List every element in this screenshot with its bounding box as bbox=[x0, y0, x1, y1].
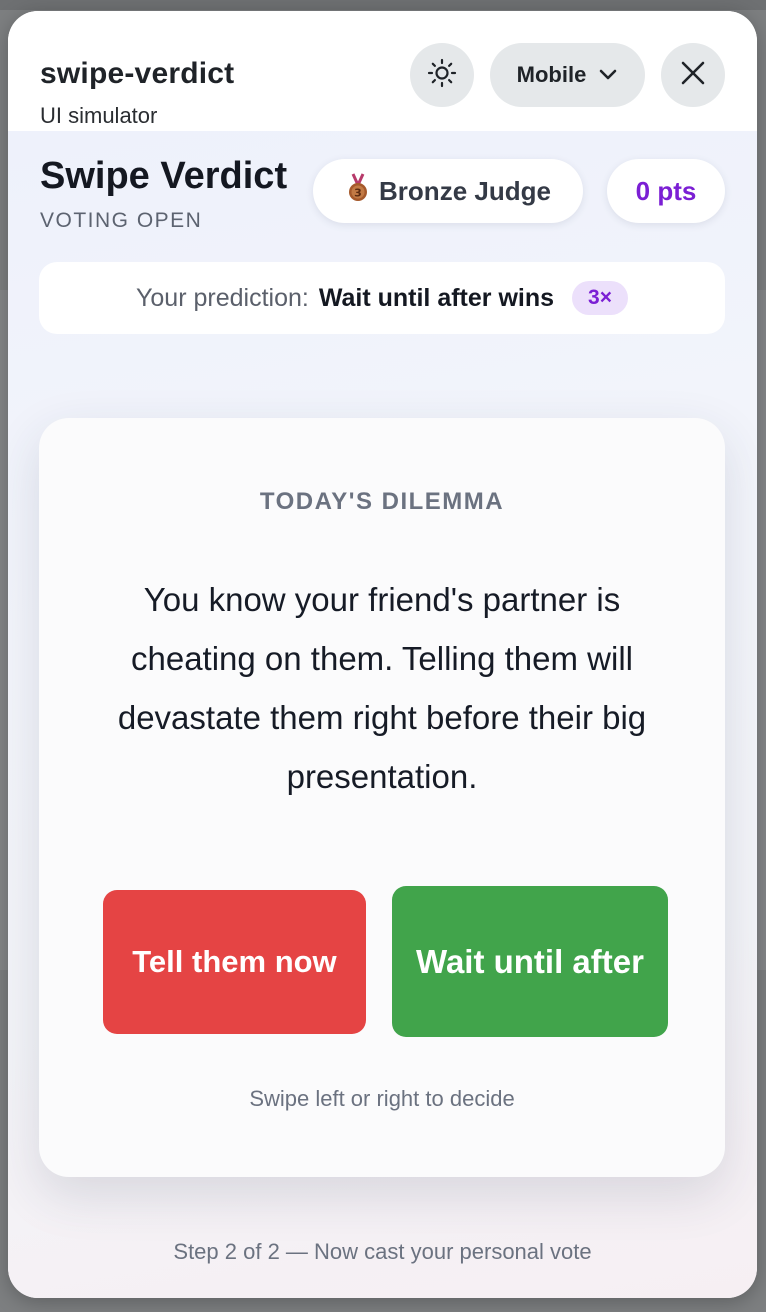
bronze-medal-icon: 3 bbox=[345, 172, 371, 210]
multiplier-badge: 3× bbox=[572, 281, 628, 315]
sun-icon bbox=[427, 58, 457, 93]
wait-until-after-button[interactable]: Wait until after bbox=[392, 886, 668, 1037]
dilemma-card[interactable]: TODAY'S DILEMMA You know your friend's p… bbox=[39, 418, 725, 1177]
close-button[interactable] bbox=[661, 43, 725, 107]
app-screen: Swipe Verdict VOTING OPEN 3 Bronze Judge… bbox=[8, 131, 757, 1298]
rank-badge: 3 Bronze Judge bbox=[313, 159, 583, 223]
prediction-banner: Your prediction: Wait until after wins 3… bbox=[39, 262, 725, 334]
dilemma-label: TODAY'S DILEMMA bbox=[259, 488, 505, 515]
close-icon bbox=[680, 60, 706, 91]
app-title: Swipe Verdict bbox=[40, 155, 288, 197]
points-badge: 0 pts bbox=[607, 159, 725, 223]
prediction-prefix: Your prediction: bbox=[136, 283, 309, 312]
simulator-modal: swipe-verdict UI simulator Mobile Swipe … bbox=[8, 11, 757, 1298]
chevron-down-icon bbox=[598, 62, 618, 88]
tell-them-now-button[interactable]: Tell them now bbox=[103, 890, 366, 1034]
rank-label: Bronze Judge bbox=[379, 175, 551, 206]
step-indicator: Step 2 of 2 — Now cast your personal vot… bbox=[173, 1239, 592, 1264]
svg-text:3: 3 bbox=[354, 186, 362, 199]
backdrop-top-bar bbox=[0, 0, 766, 10]
swipe-hint: Swipe left or right to decide bbox=[249, 1086, 515, 1111]
device-select-label: Mobile bbox=[516, 62, 587, 87]
theme-toggle-button[interactable] bbox=[410, 43, 474, 107]
dilemma-text: You know your friend's partner is cheati… bbox=[117, 581, 647, 795]
device-select-button[interactable]: Mobile bbox=[490, 43, 645, 107]
prediction-value: Wait until after wins bbox=[318, 283, 555, 312]
simulator-title: swipe-verdict bbox=[40, 57, 235, 90]
voting-status: VOTING OPEN bbox=[40, 209, 203, 232]
simulator-subtitle: UI simulator bbox=[40, 103, 158, 128]
simulator-header: swipe-verdict UI simulator Mobile bbox=[8, 11, 757, 131]
